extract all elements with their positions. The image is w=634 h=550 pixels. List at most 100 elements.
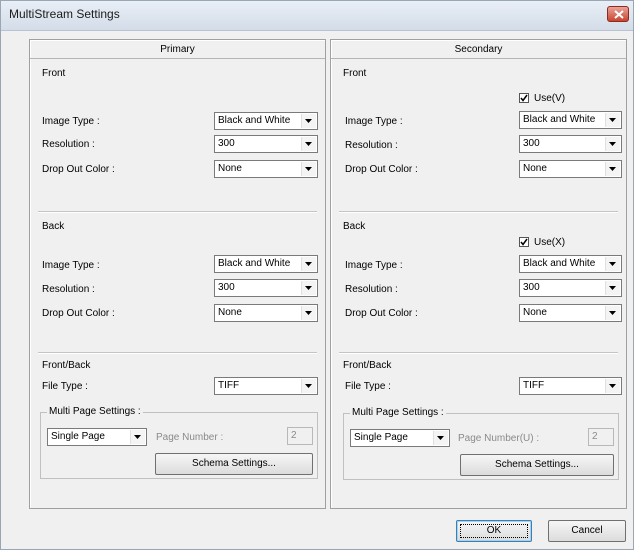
select-value: None	[218, 163, 242, 174]
file-type-select[interactable]: TIFF	[214, 377, 318, 395]
back-use-label[interactable]: Use(X)	[534, 237, 565, 248]
select-value: Black and White	[523, 258, 596, 269]
image-type-label: Image Type :	[345, 260, 403, 271]
schema-settings-button[interactable]: Schema Settings...	[155, 453, 313, 475]
file-type-label: File Type :	[42, 381, 88, 392]
dropdown-arrow-icon[interactable]	[605, 379, 620, 393]
dropdown-arrow-icon[interactable]	[605, 113, 620, 127]
ok-button[interactable]: OK	[456, 520, 532, 542]
schema-settings-button[interactable]: Schema Settings...	[460, 454, 614, 476]
back-use-checkbox[interactable]	[519, 237, 529, 247]
window-title: MultiStream Settings	[9, 7, 120, 21]
back-image-type-select[interactable]: Black and White	[214, 255, 318, 273]
resolution-label: Resolution :	[345, 140, 398, 151]
checkmark-icon	[520, 238, 528, 246]
resolution-label: Resolution :	[42, 284, 95, 295]
select-value: None	[523, 163, 547, 174]
page-number-value: 2	[291, 430, 297, 441]
multipage-settings-group: Multi Page Settings : Single Page Page N…	[343, 407, 619, 480]
page-number-input[interactable]: 2	[287, 427, 313, 445]
front-resolution-select[interactable]: 300	[214, 135, 318, 153]
front-image-type-select[interactable]: Black and White	[214, 112, 318, 130]
select-value: 300	[523, 282, 540, 293]
front-image-type-select[interactable]: Black and White	[519, 111, 622, 129]
dropdown-arrow-icon[interactable]	[301, 257, 316, 271]
front-dropout-select[interactable]: None	[214, 160, 318, 178]
dropout-color-label: Drop Out Color :	[42, 164, 115, 175]
select-value: 300	[218, 138, 235, 149]
back-image-type-select[interactable]: Black and White	[519, 255, 622, 273]
back-resolution-select[interactable]: 300	[214, 279, 318, 297]
select-value: Black and White	[523, 114, 596, 125]
image-type-label: Image Type :	[42, 116, 100, 127]
close-icon	[614, 10, 624, 19]
dropdown-arrow-icon[interactable]	[301, 114, 316, 128]
close-button[interactable]	[607, 6, 629, 22]
select-value: Black and White	[218, 115, 291, 126]
dropdown-arrow-icon[interactable]	[605, 257, 620, 271]
resolution-label: Resolution :	[42, 139, 95, 150]
secondary-title: Secondary	[454, 44, 503, 55]
primary-title: Primary	[160, 44, 195, 55]
dialog-window: MultiStream Settings Primary Front Image…	[0, 0, 634, 550]
section-divider	[38, 211, 317, 213]
multipage-group-title: Multi Page Settings :	[47, 406, 143, 417]
page-number-label: Page Number(U) :	[458, 433, 540, 444]
front-resolution-select[interactable]: 300	[519, 135, 622, 153]
select-value: None	[523, 307, 547, 318]
back-resolution-select[interactable]: 300	[519, 279, 622, 297]
frontback-section-label: Front/Back	[343, 360, 392, 371]
select-value: TIFF	[218, 380, 240, 391]
resolution-label: Resolution :	[345, 284, 398, 295]
select-value: Black and White	[218, 258, 291, 269]
dropdown-arrow-icon[interactable]	[301, 162, 316, 176]
dropout-color-label: Drop Out Color :	[42, 308, 115, 319]
dropdown-arrow-icon[interactable]	[605, 137, 620, 151]
back-dropout-select[interactable]: None	[519, 304, 622, 322]
dropdown-arrow-icon[interactable]	[301, 281, 316, 295]
section-divider	[38, 352, 317, 354]
dropdown-arrow-icon[interactable]	[605, 306, 620, 320]
select-value: TIFF	[523, 380, 545, 391]
secondary-panel: Secondary Front Use(V) Image Type : Blac…	[330, 39, 627, 509]
header-divider	[30, 58, 325, 59]
select-value: Single Page	[51, 431, 105, 442]
page-number-label: Page Number :	[156, 432, 224, 443]
page-number-value: 2	[592, 431, 598, 442]
front-use-label[interactable]: Use(V)	[534, 93, 565, 104]
front-section-label: Front	[42, 68, 66, 79]
multipage-mode-select[interactable]: Single Page	[47, 428, 147, 446]
primary-panel: Primary Front Image Type : Black and Whi…	[29, 39, 326, 509]
dropdown-arrow-icon[interactable]	[605, 281, 620, 295]
select-value: 300	[218, 282, 235, 293]
select-value: 300	[523, 138, 540, 149]
dropdown-arrow-icon[interactable]	[301, 137, 316, 151]
back-section-label: Back	[343, 221, 366, 232]
dropdown-arrow-icon[interactable]	[433, 431, 448, 445]
image-type-label: Image Type :	[42, 260, 100, 271]
frontback-section-label: Front/Back	[42, 360, 91, 371]
dropdown-arrow-icon[interactable]	[605, 162, 620, 176]
back-dropout-select[interactable]: None	[214, 304, 318, 322]
select-value: Single Page	[354, 432, 408, 443]
cancel-button[interactable]: Cancel	[548, 520, 626, 542]
dropout-color-label: Drop Out Color :	[345, 164, 418, 175]
file-type-label: File Type :	[345, 381, 391, 392]
section-divider	[339, 352, 618, 354]
file-type-select[interactable]: TIFF	[519, 377, 622, 395]
page-number-input[interactable]: 2	[588, 428, 614, 446]
multipage-mode-select[interactable]: Single Page	[350, 429, 450, 447]
header-divider	[331, 58, 626, 59]
front-section-label: Front	[343, 68, 367, 79]
dropdown-arrow-icon[interactable]	[301, 379, 316, 393]
back-section-label: Back	[42, 221, 65, 232]
image-type-label: Image Type :	[345, 116, 403, 127]
focus-rect	[460, 524, 528, 538]
dropdown-arrow-icon[interactable]	[130, 430, 145, 444]
front-dropout-select[interactable]: None	[519, 160, 622, 178]
multipage-group-title: Multi Page Settings :	[350, 407, 446, 418]
front-use-checkbox[interactable]	[519, 93, 529, 103]
dropout-color-label: Drop Out Color :	[345, 308, 418, 319]
multipage-settings-group: Multi Page Settings : Single Page Page N…	[40, 406, 318, 479]
dropdown-arrow-icon[interactable]	[301, 306, 316, 320]
